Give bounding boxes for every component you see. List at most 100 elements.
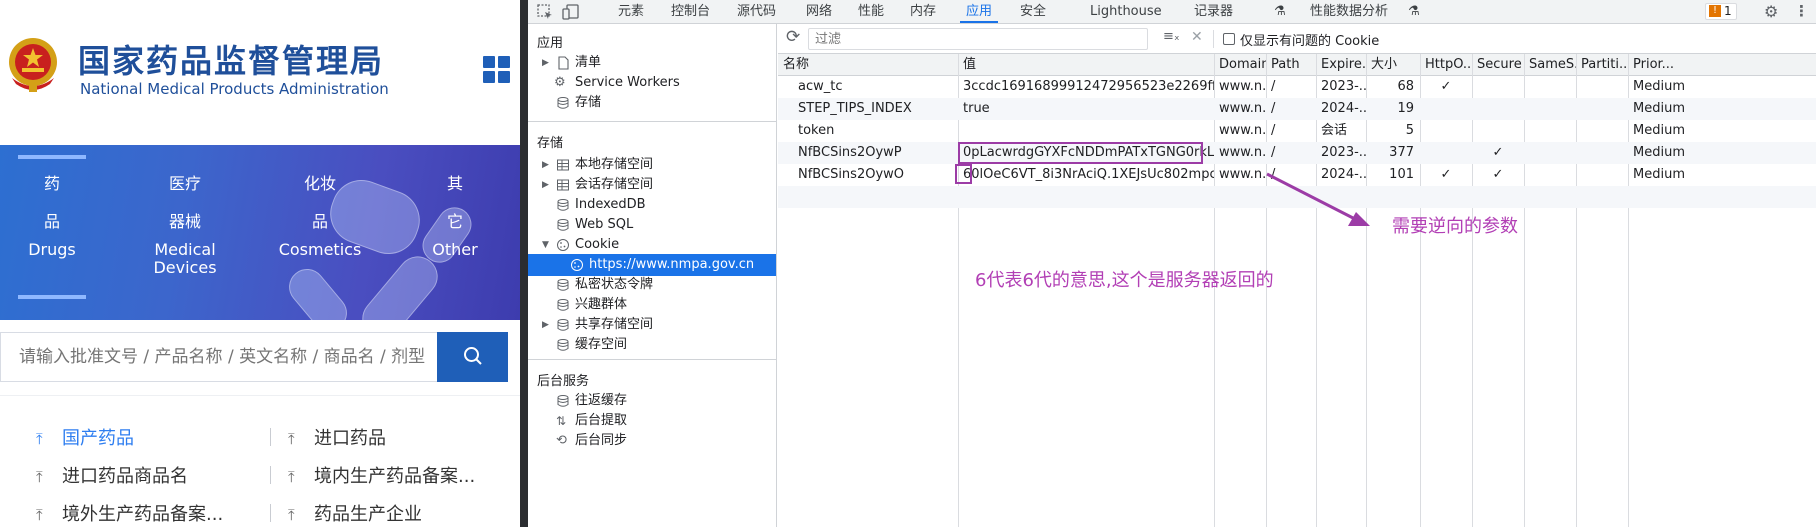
cookie-httponly	[1420, 120, 1472, 142]
column-header-samesite[interactable]: SameS...	[1524, 54, 1576, 76]
quick-link-imported-brand[interactable]: ⤒ 进口药品商品名	[36, 462, 188, 488]
tab-application[interactable]: 应用	[960, 0, 999, 23]
sidebar-item-interest-groups[interactable]: 兴趣群体	[528, 294, 776, 316]
sidebar-item-cookies[interactable]: ▼ Cookie	[528, 234, 776, 256]
column-header-secure[interactable]: Secure	[1472, 54, 1524, 76]
tab-performance[interactable]: 性能	[858, 0, 884, 23]
tab-console[interactable]: 控制台	[671, 0, 710, 23]
quick-link-manufacturers[interactable]: ⤒ 药品生产企业	[288, 500, 422, 526]
expand-triangle-icon[interactable]: ▶	[542, 174, 549, 196]
sidebar-item-service-workers[interactable]: ⚙ Service Workers	[528, 72, 776, 94]
expand-triangle-icon[interactable]: ▶	[542, 52, 549, 74]
cookie-priority: Medium	[1633, 123, 1685, 138]
table-grid-icon	[557, 179, 569, 191]
cookie-priority: Medium	[1633, 167, 1685, 182]
sidebar-item-background-fetch[interactable]: ⇅ 后台提取	[528, 410, 776, 432]
sidebar-item-cache-storage[interactable]: 缓存空间	[528, 334, 776, 356]
sidebar-item-local-storage[interactable]: ▶ 本地存储空间	[528, 154, 776, 176]
quick-link-overseas-filing[interactable]: ⤒ 境外生产药品备案...	[36, 500, 223, 526]
category-cosmetics[interactable]: 化妆 品 Cosmetics	[270, 165, 370, 259]
cookie-expires: 2024-...	[1321, 167, 1366, 182]
cookie-size: 68	[1397, 79, 1414, 94]
sidebar-item-manifest[interactable]: ▶ 清单	[528, 52, 776, 74]
site-header: 国家药品监督管理局 National Medical Products Admi…	[0, 0, 520, 145]
cookie-size: 19	[1397, 101, 1414, 116]
category-label-en: Cosmetics	[278, 240, 362, 259]
cookie-secure	[1472, 120, 1524, 142]
table-row[interactable]: NfBCSins2OywO 60lOeC6VT_8i3NrAciQ.1XEJsU…	[778, 164, 1816, 186]
upload-icon: ⤒	[288, 506, 295, 524]
cookie-domain: www.n...	[1219, 79, 1266, 94]
sidebar-item-label: Cookie	[575, 237, 620, 252]
collapse-triangle-icon[interactable]: ▼	[542, 234, 549, 256]
category-label-cn: 品	[43, 212, 60, 231]
sidebar-item-label: 后台同步	[575, 433, 628, 448]
tab-memory[interactable]: 内存	[910, 0, 936, 23]
inspect-element-icon[interactable]	[536, 3, 554, 21]
cookie-value: 60lOeC6VT_8i3NrAciQ.1XEJsUc802mpcdO4F5..…	[963, 167, 1214, 182]
more-options-icon[interactable]: ⋮	[1794, 0, 1809, 23]
tab-network[interactable]: 网络	[806, 0, 832, 23]
sidebar-header-application: 应用	[537, 36, 564, 51]
refresh-icon[interactable]: ⟳	[786, 27, 800, 47]
upload-icon: ⤒	[36, 468, 43, 486]
column-header-size[interactable]: 大小	[1366, 54, 1420, 76]
column-header-name[interactable]: 名称	[778, 54, 958, 76]
tab-sources[interactable]: 源代码	[737, 0, 776, 23]
category-other[interactable]: 其 它 Other	[420, 165, 490, 259]
sidebar-item-web-sql[interactable]: Web SQL	[528, 214, 776, 236]
tab-lighthouse[interactable]: Lighthouse	[1090, 0, 1162, 23]
column-header-priority[interactable]: Prior...	[1628, 54, 1816, 76]
delete-selected-icon[interactable]: ✕	[1191, 29, 1203, 45]
sidebar-item-bfcache[interactable]: 往返缓存	[528, 390, 776, 412]
sidebar-item-cookie-origin[interactable]: https://www.nmpa.gov.cn	[528, 254, 776, 276]
issues-badge[interactable]: ! 1	[1705, 3, 1737, 20]
tab-recorder[interactable]: 记录器	[1194, 0, 1233, 23]
sidebar-item-storage-overview[interactable]: 存储	[528, 92, 776, 114]
quick-link-domestic-drugs[interactable]: ⤒ 国产药品	[36, 424, 134, 450]
device-toolbar-icon[interactable]	[562, 3, 580, 21]
quick-link-imported-drugs[interactable]: ⤒ 进口药品	[288, 424, 386, 450]
sidebar-item-label: Service Workers	[575, 75, 680, 90]
search-input[interactable]	[0, 332, 437, 382]
sidebar-item-label: IndexedDB	[575, 197, 646, 212]
menu-grid-icon[interactable]	[483, 56, 511, 84]
table-row[interactable]: NfBCSins2OywP 0pLacwrdgGYXFcNDDmPATxTGNG…	[778, 142, 1816, 164]
column-header-domain[interactable]: Domain	[1214, 54, 1266, 76]
expand-triangle-icon[interactable]: ▶	[542, 314, 549, 336]
quick-link-domestic-filing[interactable]: ⤒ 境内生产药品备案...	[288, 462, 475, 488]
sidebar-item-shared-storage[interactable]: ▶ 共享存储空间	[528, 314, 776, 336]
clear-all-icon[interactable]: ≡ₓ	[1163, 29, 1180, 44]
settings-gear-icon[interactable]: ⚙	[1764, 0, 1778, 23]
table-row[interactable]: token www.n... / 会话 5 Medium	[778, 120, 1816, 142]
column-header-httponly[interactable]: HttpO...	[1420, 54, 1472, 76]
table-row[interactable]: acw_tc 3ccdc16916899912472956523e2269ffb…	[778, 76, 1816, 98]
tab-elements[interactable]: 元素	[618, 0, 644, 23]
problem-cookies-checkbox[interactable]	[1223, 33, 1235, 45]
sidebar-item-background-sync[interactable]: ⟲ 后台同步	[528, 430, 776, 452]
category-drugs[interactable]: 药 品 Drugs	[16, 165, 88, 259]
sidebar-item-indexeddb[interactable]: IndexedDB	[528, 194, 776, 216]
column-header-partition-key[interactable]: Partiti...	[1576, 54, 1628, 76]
tab-performance-insights[interactable]: 性能数据分析	[1310, 0, 1388, 23]
cookie-domain: www.n...	[1219, 101, 1266, 116]
cookie-name: acw_tc	[798, 79, 843, 94]
database-icon	[557, 319, 569, 331]
cookie-path: /	[1271, 101, 1276, 116]
column-header-expires[interactable]: Expire...	[1316, 54, 1366, 76]
highlight-box-prefix	[955, 164, 972, 184]
tab-security[interactable]: 安全	[1020, 0, 1046, 23]
cookie-name: STEP_TIPS_INDEX	[798, 101, 912, 116]
category-medical-devices[interactable]: 医疗 器械 Medical Devices	[140, 165, 230, 277]
cookie-name: NfBCSins2OywO	[798, 167, 905, 182]
expand-triangle-icon[interactable]: ▶	[542, 154, 549, 176]
cookie-path: /	[1271, 79, 1276, 94]
sidebar-item-private-state-tokens[interactable]: 私密状态令牌	[528, 274, 776, 296]
column-header-value[interactable]: 值	[958, 54, 1214, 76]
search-button[interactable]	[437, 332, 508, 382]
column-header-path[interactable]: Path	[1266, 54, 1316, 76]
sidebar-item-session-storage[interactable]: ▶ 会话存储空间	[528, 174, 776, 196]
sidebar-item-label: 会话存储空间	[575, 177, 654, 192]
filter-input[interactable]	[808, 28, 1148, 50]
table-row[interactable]: STEP_TIPS_INDEX true www.n... / 2024-...…	[778, 98, 1816, 120]
